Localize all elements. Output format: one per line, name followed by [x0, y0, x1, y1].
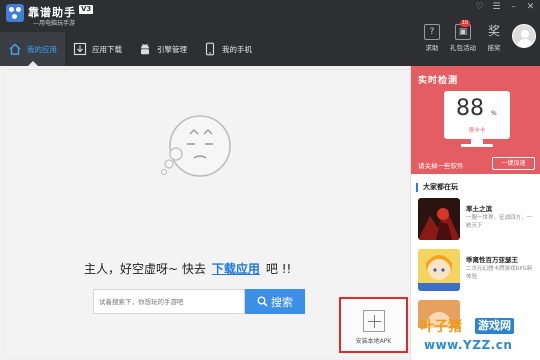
performance-score: 88: [456, 96, 484, 121]
performance-score-unit: %: [491, 110, 497, 117]
avatar[interactable]: [512, 24, 536, 48]
tab-my-phone[interactable]: 我的手机: [195, 32, 260, 66]
minimize-icon[interactable]: –: [508, 2, 519, 13]
search-button[interactable]: 搜索: [245, 289, 305, 314]
download-apps-link[interactable]: 下载应用: [212, 260, 260, 277]
empty-state-prefix: 主人，好空虚呀~ 快去: [84, 262, 206, 276]
lottery-button[interactable]: 奖 摇奖: [486, 24, 502, 52]
search-bar: 搜索: [93, 289, 305, 314]
plus-icon: [363, 310, 385, 332]
watermark-url: www.YZZ.cn: [424, 338, 513, 352]
game-name: 乖离性百万亚瑟王: [466, 256, 518, 264]
lottery-label: 摇奖: [487, 44, 501, 52]
watermark-logo: 叶子猪: [420, 319, 462, 335]
search-input[interactable]: [93, 289, 245, 314]
game-description: 二次元幻想卡牌游戏RPG新体验: [466, 266, 533, 280]
monitor-icon: 88 % 很卡卡: [444, 91, 510, 139]
one-click-accelerate-button[interactable]: 一键加速: [492, 157, 535, 170]
empty-state-message: 主人，好空虚呀~ 快去 下载应用 吧 !!: [84, 260, 291, 277]
tab-engine-manage[interactable]: 引擎管理: [130, 32, 195, 66]
tab-app-download[interactable]: 应用下载: [65, 32, 130, 66]
gift-activity-button[interactable]: ▣ 10 礼包活动: [450, 20, 476, 52]
download-icon: [73, 42, 87, 56]
install-local-apk-label: 安装本地APK: [355, 338, 392, 345]
skin-icon[interactable]: ♡: [474, 2, 485, 13]
sad-face-icon: [161, 115, 231, 177]
tab-app-download-label: 应用下载: [92, 44, 122, 54]
watermark-tag: 游戏网: [475, 318, 514, 334]
award-icon: 奖: [487, 24, 500, 38]
title-bar: 靠谱助手 V3 —用电脑玩手游 ♡ ☰ – ✕ 我的应用 应用下载 引擎管理 我…: [0, 0, 540, 66]
phone-icon: [205, 42, 215, 56]
install-local-apk-button[interactable]: 安装本地APK: [339, 297, 408, 353]
realtime-monitor-title: 实时检测: [418, 76, 459, 86]
popular-games-title: 大家都在玩: [416, 183, 458, 192]
top-right-actions: ? 求助 ▣ 10 礼包活动 奖 摇奖: [424, 20, 536, 52]
app-version-badge: V3: [79, 5, 94, 14]
help-button[interactable]: ? 求助: [424, 24, 440, 52]
window-controls: ♡ ☰ – ✕: [474, 2, 536, 13]
menu-icon[interactable]: ☰: [491, 2, 502, 13]
tab-my-apps[interactable]: 我的应用: [0, 32, 65, 66]
game-description: 一服一世界，征战四方，一统天下: [466, 215, 533, 229]
close-software-hint: 请关掉一些软件: [418, 162, 464, 170]
site-watermark: 叶子猪 游戏网 www.YZZ.cn: [420, 316, 540, 360]
tab-my-apps-label: 我的应用: [27, 44, 57, 54]
game-thumbnail: [418, 249, 460, 291]
game-item[interactable]: 乖离性百万亚瑟王 二次元幻想卡牌游戏RPG新体验: [418, 249, 538, 291]
home-icon: [9, 43, 21, 55]
game-thumbnail: [418, 198, 460, 240]
search-icon: [257, 296, 268, 307]
gift-count-badge: 10: [459, 20, 470, 27]
search-button-label: 搜索: [271, 295, 293, 309]
game-name: 率土之滨: [466, 205, 492, 213]
help-label: 求助: [425, 44, 439, 52]
empty-state-suffix: 吧 !!: [265, 262, 292, 276]
realtime-monitor: 实时检测 88 % 很卡卡 请关掉一些软件 一键加速: [411, 66, 540, 174]
app-slogan: —用电脑玩手游: [33, 20, 76, 27]
close-icon[interactable]: ✕: [525, 2, 536, 13]
tab-my-phone-label: 我的手机: [222, 44, 252, 54]
performance-status: 很卡卡: [468, 128, 486, 134]
question-icon: ?: [424, 24, 440, 40]
app-logo-icon: [6, 4, 24, 22]
gift-label: 礼包活动: [450, 44, 476, 52]
game-item[interactable]: 率土之滨 一服一世界，征战四方，一统天下: [418, 198, 538, 240]
tab-engine-manage-label: 引擎管理: [157, 44, 187, 54]
android-icon: [141, 43, 149, 55]
main-nav: 我的应用 应用下载 引擎管理 我的手机: [0, 32, 260, 66]
